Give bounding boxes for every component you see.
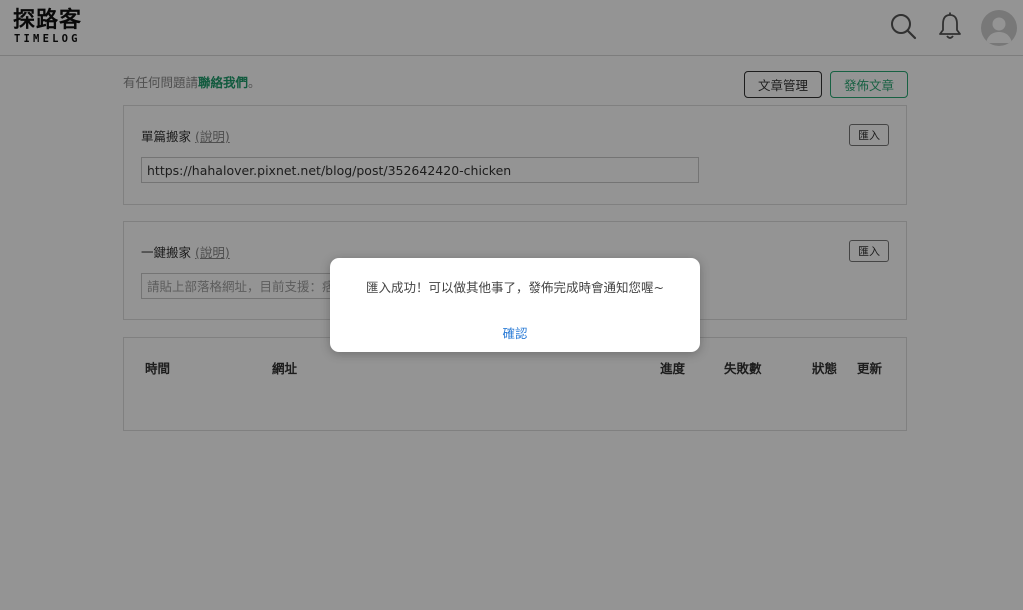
dialog-message: 匯入成功！可以做其他事了，發佈完成時會通知您喔~: [366, 280, 664, 295]
confirm-button[interactable]: 確認: [330, 325, 700, 343]
import-success-dialog: 匯入成功！可以做其他事了，發佈完成時會通知您喔~ 確認: [330, 258, 700, 352]
